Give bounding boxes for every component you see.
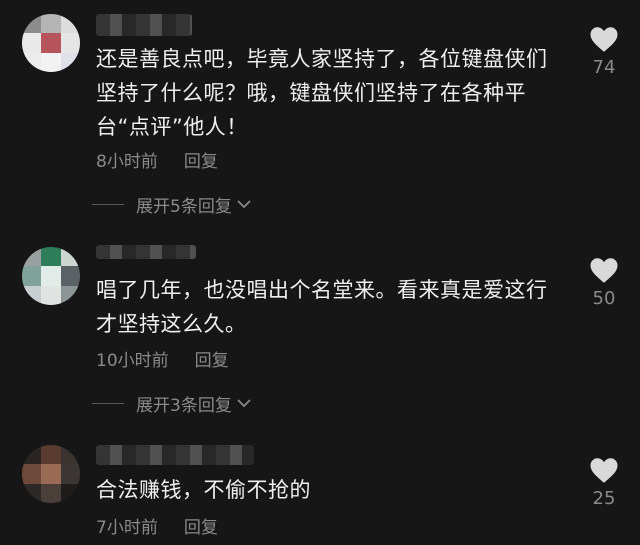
chevron-down-icon [236, 394, 252, 414]
comment-text: 合法赚钱，不偷不抢的 [96, 478, 311, 502]
reply-button[interactable]: 回复 [184, 518, 218, 538]
comment-item: 还是善良点吧，毕竟人家坚持了，各位键盘侠们坚持了什么呢？哦，键盘侠们坚持了在各种… [0, 0, 640, 235]
comment-text: 唱了几年，也没唱出个名堂来。看来真是爱这行才坚持这么久。 [96, 278, 548, 336]
username-blurred[interactable] [96, 445, 254, 465]
avatar[interactable] [22, 445, 80, 503]
comment-meta: 8小时前 回复 [96, 147, 218, 172]
divider-line [92, 204, 124, 205]
comment-text: 还是善良点吧，毕竟人家坚持了，各位键盘侠们坚持了什么呢？哦，键盘侠们坚持了在各种… [96, 47, 548, 139]
chevron-down-icon [236, 195, 252, 215]
avatar[interactable] [22, 14, 80, 72]
like-count: 74 [592, 57, 616, 78]
heart-icon [590, 458, 618, 483]
like-button[interactable]: 74 [582, 26, 626, 78]
comment-item: 唱了几年，也没唱出个名堂来。看来真是爱这行才坚持这么久。 10小时前 回复 展开3… [0, 235, 640, 435]
comment-meta: 7小时前 回复 [96, 513, 218, 538]
expand-replies-label: 展开5条回复 [136, 197, 232, 217]
like-button[interactable]: 50 [582, 257, 626, 309]
comment-time: 8小时前 [96, 152, 158, 172]
comment-time: 7小时前 [96, 518, 158, 538]
heart-icon [590, 27, 618, 52]
username-blurred[interactable] [96, 245, 196, 259]
expand-replies-button[interactable]: 展开3条回复 [92, 391, 252, 416]
avatar[interactable] [22, 247, 80, 305]
username-blurred[interactable] [96, 14, 192, 36]
reply-button[interactable]: 回复 [184, 152, 218, 172]
comment-item: 合法赚钱，不偷不抢的 7小时前 回复 25 [0, 435, 640, 545]
expand-replies-button[interactable]: 展开5条回复 [92, 192, 252, 217]
comment-meta: 10小时前 回复 [96, 346, 229, 371]
like-count: 25 [592, 488, 616, 509]
divider-line [92, 403, 124, 404]
expand-replies-label: 展开3条回复 [136, 396, 232, 416]
reply-button[interactable]: 回复 [195, 351, 229, 371]
comment-time: 10小时前 [96, 351, 169, 371]
like-button[interactable]: 25 [582, 457, 626, 509]
like-count: 50 [592, 288, 616, 309]
heart-icon [590, 258, 618, 283]
